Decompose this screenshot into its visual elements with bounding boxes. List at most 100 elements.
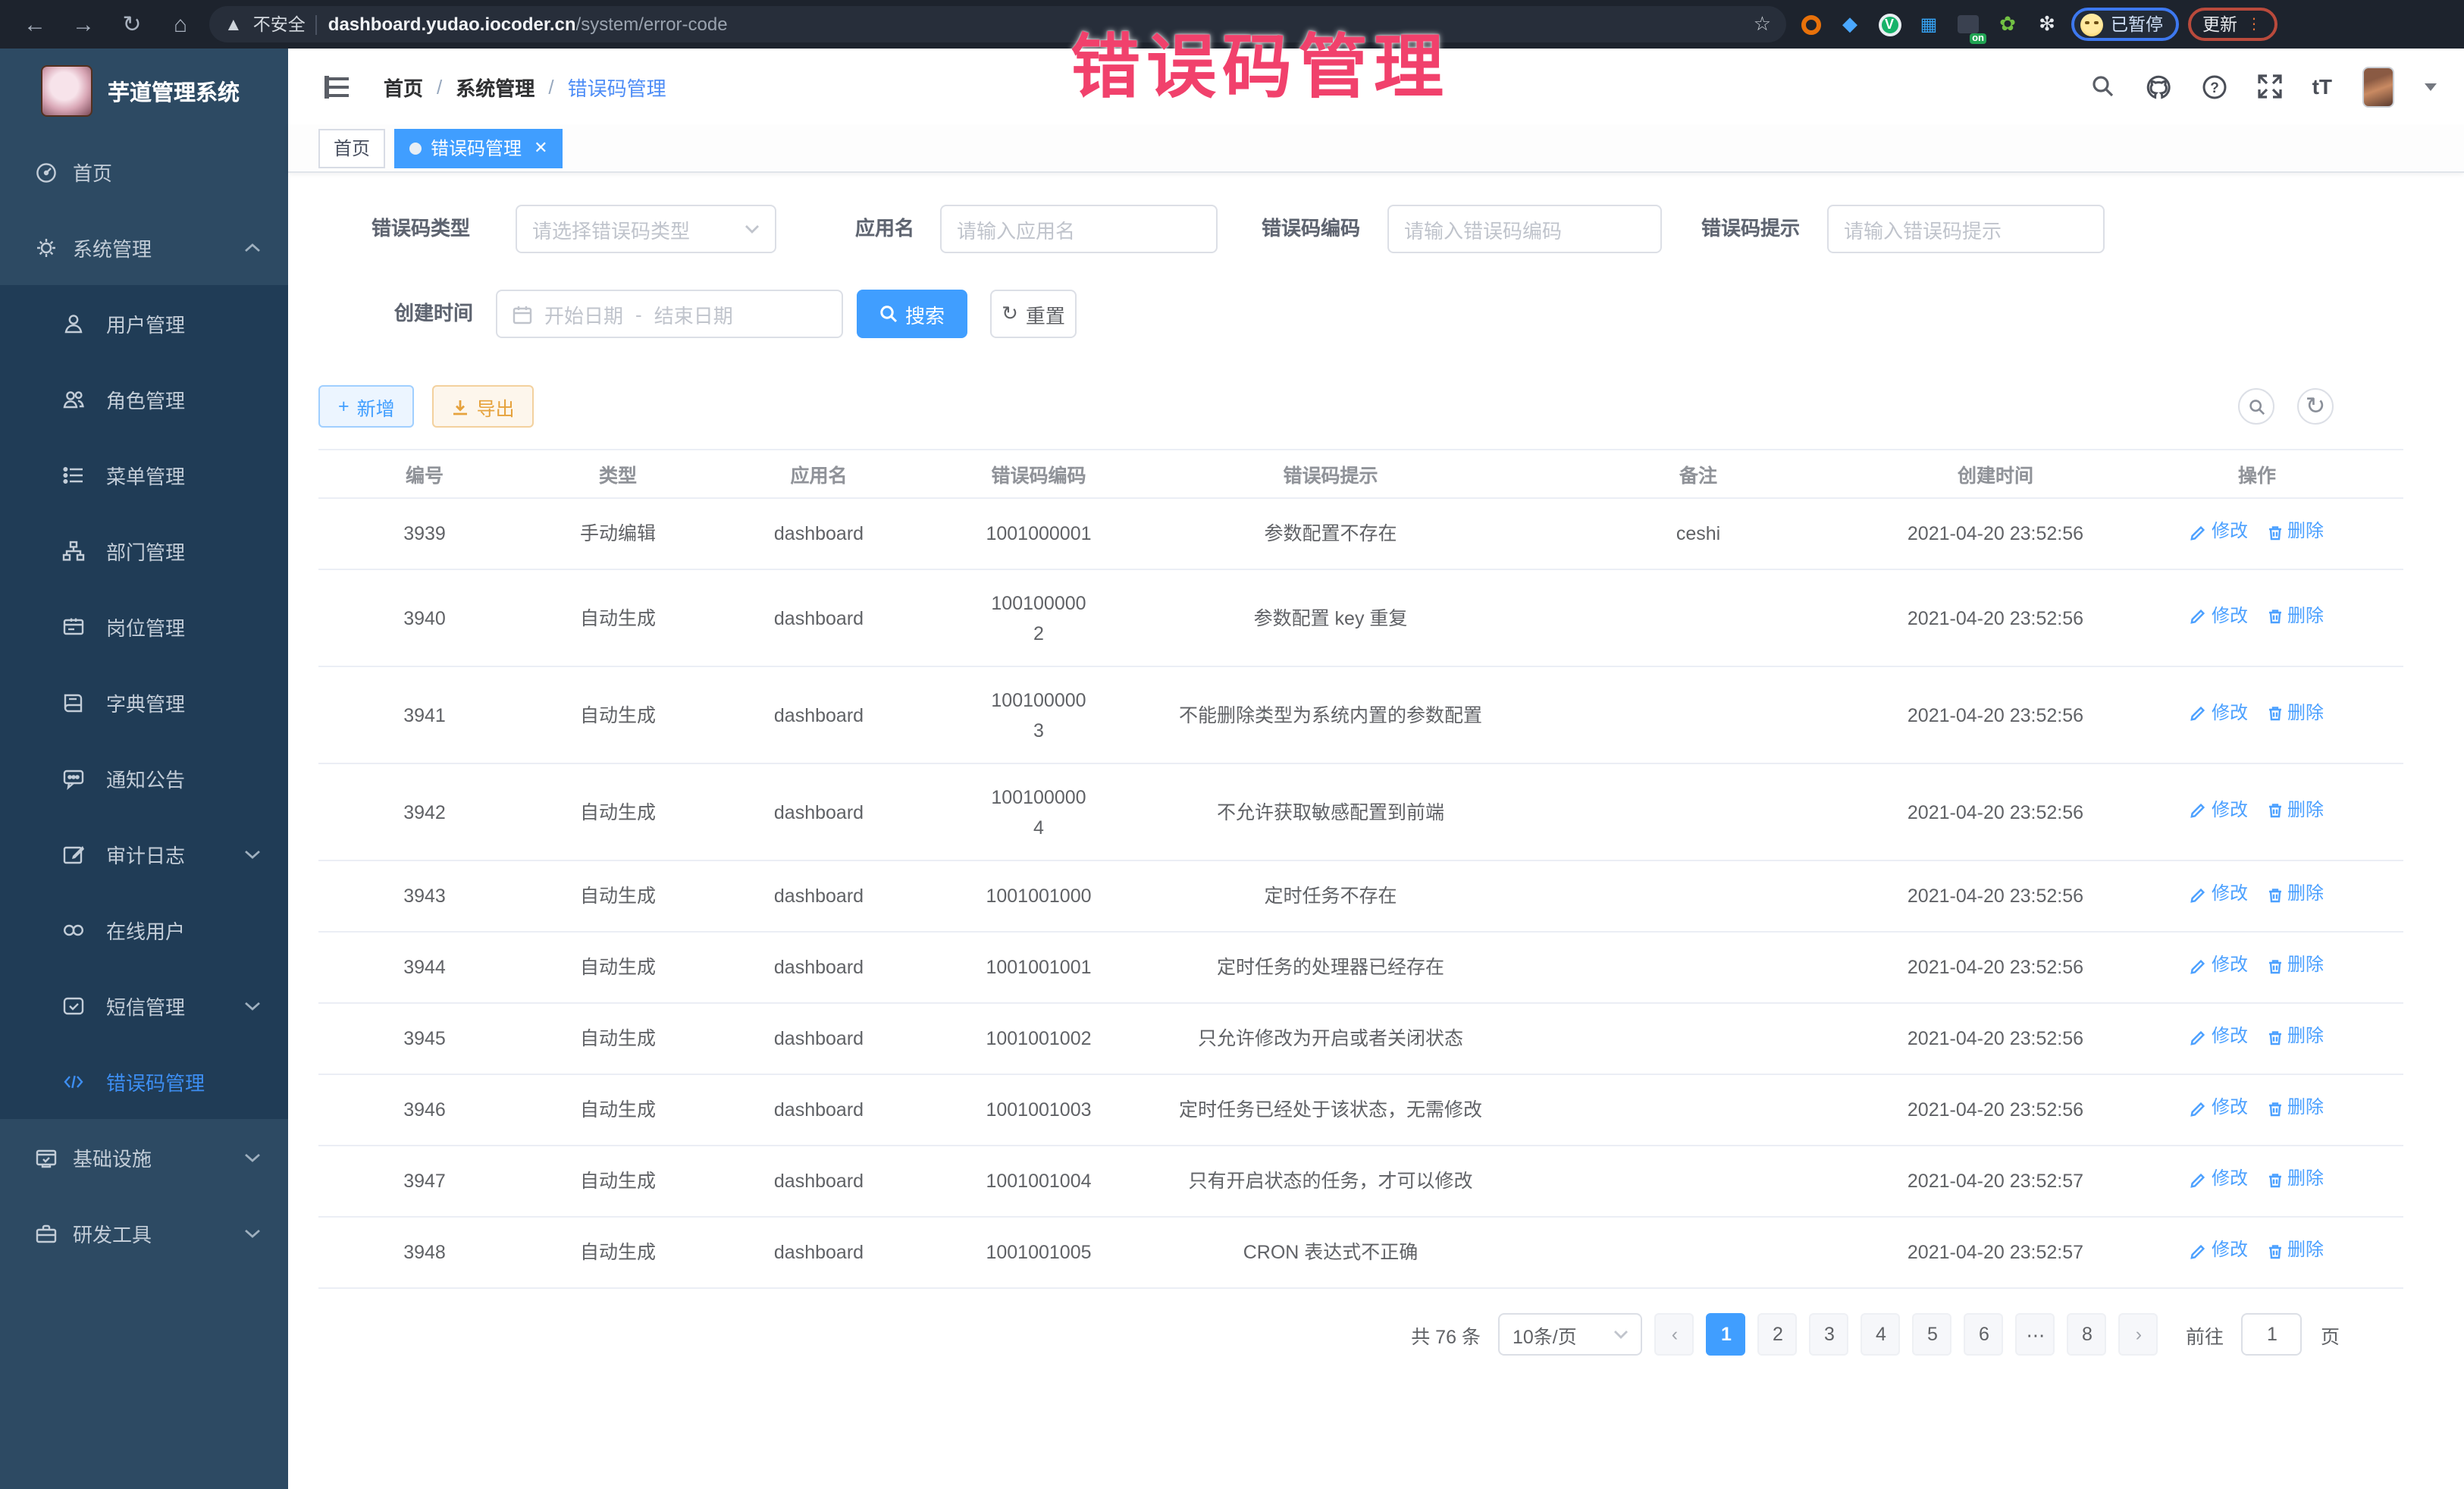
row-created: 2021-04-20 23:52:56 xyxy=(1880,1095,2111,1125)
edit-link[interactable]: 修改 xyxy=(2190,602,2248,631)
extension-dark-on-icon[interactable]: on xyxy=(1953,9,1983,39)
breadcrumb-system[interactable]: 系统管理 xyxy=(456,72,534,101)
error-msg-input[interactable]: 请输入错误码提示 xyxy=(1827,205,2105,253)
user-menu-caret-icon[interactable] xyxy=(2425,83,2437,96)
page-size-select[interactable]: 10条/页 xyxy=(1499,1313,1643,1356)
sidebar-item-announcement[interactable]: 通知公告 xyxy=(0,740,288,816)
page-button-3[interactable]: 3 xyxy=(1810,1313,1849,1356)
browser-forward-icon[interactable]: → xyxy=(64,5,103,44)
github-icon[interactable] xyxy=(2146,74,2171,99)
sidebar-item-dashboard[interactable]: 首页 xyxy=(0,133,288,209)
sidebar-item-infra[interactable]: 基础设施 xyxy=(0,1119,288,1195)
fullscreen-icon[interactable] xyxy=(2258,74,2282,99)
table-toolbar: + 新增 导出 ↻ xyxy=(318,385,2434,428)
edit-link[interactable]: 修改 xyxy=(2190,1094,2248,1123)
delete-link[interactable]: 删除 xyxy=(2266,880,2324,909)
sidebar-item-sms[interactable]: 短信管理 xyxy=(0,967,288,1043)
extension-gem-icon[interactable]: ◆ xyxy=(1835,9,1865,39)
page-button-2[interactable]: 2 xyxy=(1758,1313,1798,1356)
browser-back-icon[interactable]: ← xyxy=(15,5,55,44)
date-range-picker[interactable]: 开始日期 - 结束日期 xyxy=(496,290,843,338)
delete-link[interactable]: 删除 xyxy=(2266,951,2324,980)
delete-link[interactable]: 删除 xyxy=(2266,602,2324,631)
column-header: 类型 xyxy=(531,459,705,488)
page-button-1[interactable]: 1 xyxy=(1707,1313,1746,1356)
tab-home[interactable]: 首页 xyxy=(318,128,385,168)
sidebar-item-gear[interactable]: 系统管理 xyxy=(0,209,288,285)
sidebar-item-users[interactable]: 角色管理 xyxy=(0,361,288,437)
delete-link[interactable]: 删除 xyxy=(2266,699,2324,728)
search-button[interactable]: 搜索 xyxy=(857,290,967,338)
edit-link[interactable]: 修改 xyxy=(2190,1165,2248,1194)
browser-menu-dots-icon[interactable]: ⋮ xyxy=(2246,16,2262,33)
bookmark-star-icon[interactable]: ☆ xyxy=(1754,12,1771,36)
sidebar-item-book[interactable]: 字典管理 xyxy=(0,664,288,740)
tab-close-icon[interactable]: ✕ xyxy=(534,138,547,158)
extension-orange-icon[interactable] xyxy=(1795,9,1826,39)
browser-home-icon[interactable]: ⌂ xyxy=(161,5,200,44)
user-avatar[interactable] xyxy=(2362,66,2394,107)
next-page-button[interactable]: › xyxy=(2119,1313,2158,1356)
chevron-down-icon xyxy=(244,1000,261,1011)
browser-reload-icon[interactable]: ↻ xyxy=(112,5,152,44)
row-id: 3946 xyxy=(318,1095,531,1125)
extension-vue-icon[interactable]: V xyxy=(1874,9,1904,39)
export-button[interactable]: 导出 xyxy=(433,385,534,428)
edit-link[interactable]: 修改 xyxy=(2190,699,2248,728)
sidebar-item-org-tree[interactable]: 部门管理 xyxy=(0,513,288,588)
sidebar-item-online-user[interactable]: 在线用户 xyxy=(0,892,288,967)
toggle-search-button[interactable] xyxy=(2238,388,2274,425)
edit-link[interactable]: 修改 xyxy=(2190,518,2248,547)
gear-icon xyxy=(33,236,58,259)
row-app: dashboard xyxy=(705,700,933,730)
sidebar-item-badge[interactable]: 岗位管理 xyxy=(0,588,288,664)
sidebar-item-user[interactable]: 用户管理 xyxy=(0,285,288,361)
sidebar-collapse-icon[interactable] xyxy=(324,75,350,98)
prev-page-button[interactable]: ‹ xyxy=(1655,1313,1694,1356)
row-msg: 定时任务不存在 xyxy=(1145,881,1516,911)
help-icon[interactable]: ? xyxy=(2202,74,2227,99)
sidebar-item-dev-tools[interactable]: 研发工具 xyxy=(0,1195,288,1271)
error-type-select[interactable]: 请选择错误码类型 xyxy=(516,205,776,253)
browser-update-button[interactable]: 更新 ⋮ xyxy=(2187,8,2277,41)
more-pages-button[interactable]: ⋯ xyxy=(2016,1313,2055,1356)
goto-page-input[interactable] xyxy=(2242,1313,2303,1356)
page-button-5[interactable]: 5 xyxy=(1913,1313,1952,1356)
edit-link[interactable]: 修改 xyxy=(2190,1023,2248,1052)
reset-button[interactable]: ↻ 重置 xyxy=(990,290,1077,338)
org-tree-icon xyxy=(61,539,85,562)
address-bar[interactable]: ▲ 不安全 dashboard.yudao.iocoder.cn/system/… xyxy=(209,6,1786,42)
sidebar-item-menu-list[interactable]: 菜单管理 xyxy=(0,437,288,513)
refresh-table-button[interactable]: ↻ xyxy=(2297,388,2334,425)
page-button-6[interactable]: 6 xyxy=(1964,1313,2004,1356)
delete-link[interactable]: 删除 xyxy=(2266,796,2324,825)
profile-paused-badge[interactable]: 已暂停 xyxy=(2071,8,2178,41)
error-code-input[interactable]: 请输入错误码编码 xyxy=(1387,205,1662,253)
header-search-icon[interactable] xyxy=(2091,74,2115,99)
edit-link[interactable]: 修改 xyxy=(2190,796,2248,825)
page-button-8[interactable]: 8 xyxy=(2067,1313,2107,1356)
delete-link[interactable]: 删除 xyxy=(2266,518,2324,547)
sidebar-item-label: 菜单管理 xyxy=(106,460,185,489)
breadcrumb-home[interactable]: 首页 xyxy=(384,72,423,101)
sidebar-item-audit-log[interactable]: 审计日志 xyxy=(0,816,288,892)
edit-link[interactable]: 修改 xyxy=(2190,1237,2248,1265)
delete-link[interactable]: 删除 xyxy=(2266,1023,2324,1052)
app-logo-row[interactable]: 芋道管理系统 xyxy=(0,49,288,133)
extension-grid-icon[interactable]: ▦ xyxy=(1914,9,1944,39)
add-button[interactable]: + 新增 xyxy=(318,385,415,428)
delete-link[interactable]: 删除 xyxy=(2266,1094,2324,1123)
row-type: 自动生成 xyxy=(531,1095,705,1125)
delete-link[interactable]: 删除 xyxy=(2266,1237,2324,1265)
edit-link[interactable]: 修改 xyxy=(2190,880,2248,909)
extensions-puzzle-icon[interactable]: ❇ xyxy=(2032,9,2062,39)
edit-link[interactable]: 修改 xyxy=(2190,951,2248,980)
app-name-input[interactable]: 请输入应用名 xyxy=(940,205,1218,253)
delete-link[interactable]: 删除 xyxy=(2266,1165,2324,1194)
page-button-4[interactable]: 4 xyxy=(1861,1313,1901,1356)
book-icon xyxy=(61,691,85,713)
tab-error-code[interactable]: 错误码管理 ✕ xyxy=(394,128,563,168)
extension-leaf-icon[interactable]: ✿ xyxy=(1992,9,2023,39)
sidebar-item-code[interactable]: 错误码管理 xyxy=(0,1043,288,1119)
font-size-icon[interactable]: tT xyxy=(2312,74,2332,99)
